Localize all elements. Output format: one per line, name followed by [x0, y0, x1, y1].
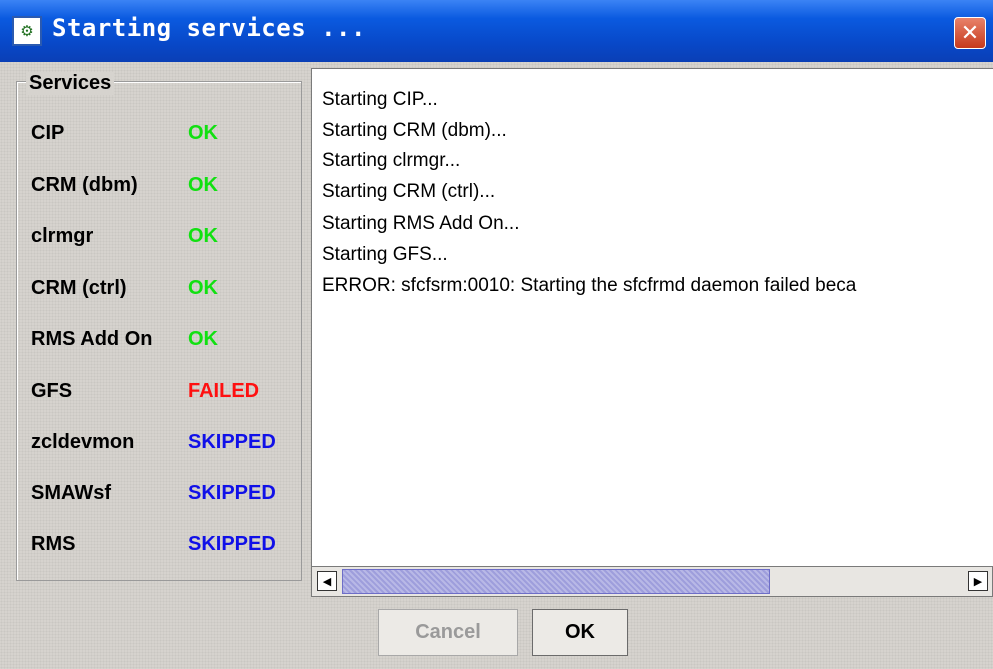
service-status: OK	[188, 174, 218, 196]
title-bar[interactable]: ⚙ Starting services ... ✕	[0, 0, 993, 62]
service-name: CRM (dbm)	[31, 174, 138, 196]
cluster-app-icon: ⚙	[12, 16, 42, 46]
service-status: OK	[188, 122, 218, 144]
log-line: Starting clrmgr...	[322, 150, 461, 171]
service-name: RMS Add On	[31, 328, 153, 350]
service-name: RMS	[31, 533, 76, 555]
log-output-area[interactable]: Starting CIP... Starting CRM (dbm)... St…	[311, 68, 993, 566]
service-name: zcldevmon	[31, 431, 135, 453]
service-name: CIP	[31, 122, 65, 144]
service-status: OK	[188, 225, 218, 247]
services-panel-title: Services	[26, 72, 115, 95]
ok-button[interactable]: OK	[532, 609, 628, 656]
service-status: SKIPPED	[188, 482, 276, 504]
log-line: Starting CIP...	[322, 89, 438, 110]
log-line: Starting RMS Add On...	[322, 213, 520, 234]
horizontal-scrollbar[interactable]: ◀ ▶	[311, 566, 993, 597]
service-status: SKIPPED	[188, 431, 276, 453]
scroll-right-arrow-icon[interactable]: ▶	[968, 571, 988, 591]
scrollbar-thumb[interactable]	[342, 569, 770, 594]
log-line: Starting GFS...	[322, 244, 448, 265]
starting-services-dialog: ⚙ Starting services ... ✕ Services CIP O…	[0, 0, 993, 669]
service-status: OK	[188, 277, 218, 299]
log-line: Starting CRM (ctrl)...	[322, 181, 496, 202]
log-line: Starting CRM (dbm)...	[322, 120, 507, 141]
service-name: GFS	[31, 380, 73, 402]
service-name: SMAWsf	[31, 482, 111, 504]
log-line-error: ERROR: sfcfsrm:0010: Starting the sfcfrm…	[322, 275, 857, 296]
service-name: CRM (ctrl)	[31, 277, 127, 299]
service-name: clrmgr	[31, 225, 94, 247]
cancel-button[interactable]: Cancel	[378, 609, 518, 656]
close-button[interactable]: ✕	[954, 17, 986, 49]
service-status: OK	[188, 328, 218, 350]
window-title: Starting services ...	[52, 14, 366, 42]
service-status: FAILED	[188, 380, 260, 402]
scroll-left-arrow-icon[interactable]: ◀	[317, 571, 337, 591]
service-status: SKIPPED	[188, 533, 276, 555]
